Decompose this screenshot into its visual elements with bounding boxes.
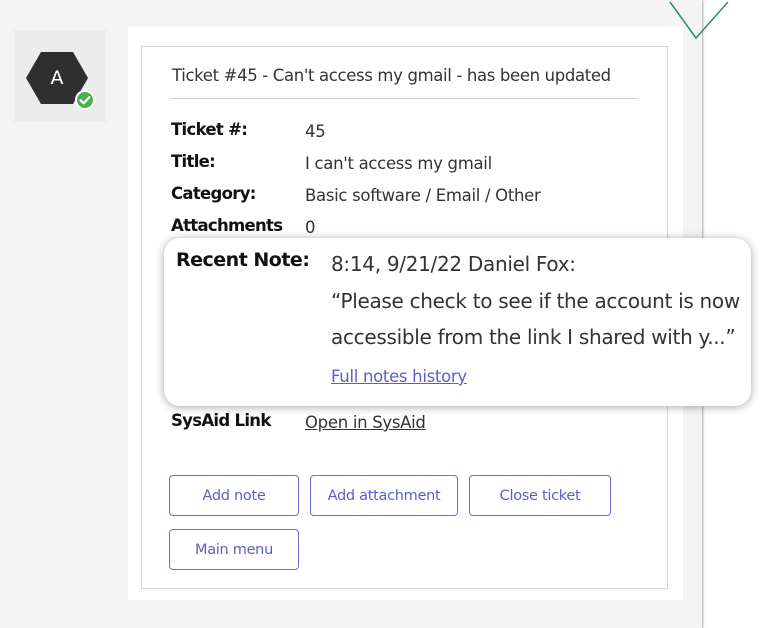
online-check-icon xyxy=(75,90,95,110)
field-label-sysaid-link: SysAid Link xyxy=(171,411,271,430)
add-note-button[interactable]: Add note xyxy=(169,475,299,516)
close-ticket-button[interactable]: Close ticket xyxy=(469,475,611,516)
field-value-ticket-number: 45 xyxy=(305,122,326,141)
chevron-decoration-icon xyxy=(669,1,729,40)
bot-avatar: A xyxy=(14,30,106,122)
recent-note-text-line-1: “Please check to see if the account is n… xyxy=(331,289,740,313)
field-value-category: Basic software / Email / Other xyxy=(305,186,541,205)
field-label-title: Title: xyxy=(171,152,216,171)
recent-note-meta: 8:14, 9/21/22 Daniel Fox: xyxy=(331,252,576,276)
field-label-ticket-number: Ticket #: xyxy=(171,120,248,139)
field-value-title: I can't access my gmail xyxy=(305,154,492,173)
main-menu-button[interactable]: Main menu xyxy=(169,529,299,570)
full-notes-history-link[interactable]: Full notes history xyxy=(331,367,467,386)
recent-note-label: Recent Note: xyxy=(176,249,310,271)
recent-note-popup: Recent Note: 8:14, 9/21/22 Daniel Fox: “… xyxy=(164,238,751,406)
subject-divider xyxy=(170,98,638,99)
recent-note-text-line-2: accessible from the link I shared with y… xyxy=(331,325,736,349)
field-label-attachments: Attachments xyxy=(171,216,283,235)
field-value-attachments: 0 xyxy=(305,218,316,237)
field-label-category: Category: xyxy=(171,184,256,203)
add-attachment-button[interactable]: Add attachment xyxy=(310,475,458,516)
open-in-sysaid-link[interactable]: Open in SysAid xyxy=(305,413,426,432)
ticket-subject: Ticket #45 - Can't access my gmail - has… xyxy=(172,66,611,85)
